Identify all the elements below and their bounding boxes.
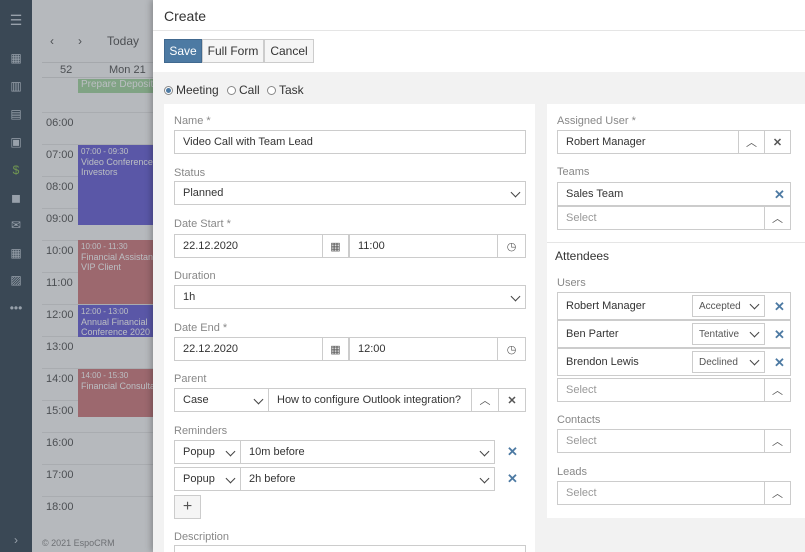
name-input[interactable]: Video Call with Team Lead (174, 130, 526, 154)
status-label: Status (174, 167, 206, 179)
description-input[interactable] (174, 545, 526, 552)
teams-label: Teams (557, 166, 590, 178)
chevron-up-icon[interactable]: ︿ (764, 481, 791, 505)
chevron-up-icon[interactable]: ︿ (764, 429, 791, 453)
attendee-status-select[interactable]: Declined (692, 351, 765, 373)
modal-body: Meeting Call Task Name * Video Call with… (153, 72, 805, 552)
teams-select[interactable]: Select (557, 206, 765, 230)
modal-title: Create (164, 8, 207, 24)
radio-call[interactable]: Call (227, 83, 260, 97)
chevron-down-icon (225, 473, 236, 484)
date-end-label: Date End * (174, 322, 228, 334)
reminder-type-select[interactable]: Popup (174, 440, 241, 464)
close-icon[interactable]: ✕ (764, 130, 791, 154)
create-modal: Create Save Full Form Cancel Meeting Cal… (153, 0, 805, 552)
duration-select[interactable]: 1h (174, 285, 526, 309)
chevron-down-icon (479, 446, 490, 457)
chevron-up-icon[interactable]: ︿ (738, 130, 765, 154)
radio-task[interactable]: Task (267, 83, 304, 97)
contacts-select[interactable]: Select (557, 429, 765, 453)
attendee-status-select[interactable]: Accepted (692, 295, 765, 317)
close-icon[interactable]: ✕ (498, 388, 526, 412)
chevron-down-icon (253, 394, 264, 405)
chevron-down-icon (479, 473, 490, 484)
description-label: Description (174, 531, 230, 543)
contacts-label: Contacts (557, 414, 601, 426)
chevron-up-icon[interactable]: ︿ (764, 378, 791, 402)
chevron-down-icon (510, 291, 521, 302)
date-start-input[interactable]: 22.12.2020 (174, 234, 323, 258)
team-item: Sales Team (557, 182, 791, 206)
parent-label: Parent (174, 373, 207, 385)
date-end-input[interactable]: 22.12.2020 (174, 337, 323, 361)
time-start-input[interactable]: 11:00 (349, 234, 498, 258)
cancel-button[interactable]: Cancel (264, 39, 314, 63)
attendee-status-select[interactable]: Tentative (692, 323, 765, 345)
parent-type-select[interactable]: Case (174, 388, 269, 412)
time-end-input[interactable]: 12:00 (349, 337, 498, 361)
parent-input[interactable]: How to configure Outlook integration? (268, 388, 472, 412)
clock-icon[interactable]: ◷ (497, 337, 526, 361)
status-select[interactable]: Planned (174, 181, 526, 205)
users-label: Users (557, 277, 586, 289)
attendees-title: Attendees (555, 249, 610, 263)
leads-select[interactable]: Select (557, 481, 765, 505)
chevron-down-icon (510, 187, 521, 198)
save-button[interactable]: Save (164, 39, 202, 63)
remove-team-icon[interactable]: ✕ (774, 187, 785, 203)
assigned-user-input[interactable]: Robert Manager (557, 130, 739, 154)
chevron-down-icon (749, 355, 760, 366)
clock-icon[interactable]: ◷ (497, 234, 526, 258)
add-reminder-button[interactable]: + (174, 495, 201, 519)
duration-label: Duration (174, 270, 216, 282)
remove-attendee-icon[interactable]: ✕ (774, 327, 785, 343)
chevron-up-icon[interactable]: ︿ (764, 206, 791, 230)
leads-label: Leads (557, 466, 587, 478)
users-select[interactable]: Select (557, 378, 765, 402)
remove-reminder-icon[interactable]: ✕ (507, 471, 518, 487)
chevron-down-icon (225, 446, 236, 457)
reminder-time-select[interactable]: 2h before (240, 467, 495, 491)
radio-meeting[interactable]: Meeting (164, 83, 219, 97)
calendar-icon[interactable]: ▦ (322, 337, 349, 361)
side-panel: Assigned User * Robert Manager ︿ ✕ Teams… (547, 104, 805, 518)
name-label: Name * (174, 115, 211, 127)
chevron-up-icon[interactable]: ︿ (471, 388, 499, 412)
calendar-icon[interactable]: ▦ (322, 234, 349, 258)
remove-attendee-icon[interactable]: ✕ (774, 299, 785, 315)
remove-attendee-icon[interactable]: ✕ (774, 355, 785, 371)
reminder-time-select[interactable]: 10m before (240, 440, 495, 464)
reminders-label: Reminders (174, 425, 228, 437)
full-form-button[interactable]: Full Form (202, 39, 264, 63)
remove-reminder-icon[interactable]: ✕ (507, 444, 518, 460)
main-panel: Name * Video Call with Team Lead Status … (164, 104, 535, 552)
chevron-down-icon (749, 299, 760, 310)
chevron-down-icon (749, 327, 760, 338)
date-start-label: Date Start * (174, 218, 231, 230)
reminder-type-select[interactable]: Popup (174, 467, 241, 491)
assigned-user-label: Assigned User * (557, 115, 636, 127)
